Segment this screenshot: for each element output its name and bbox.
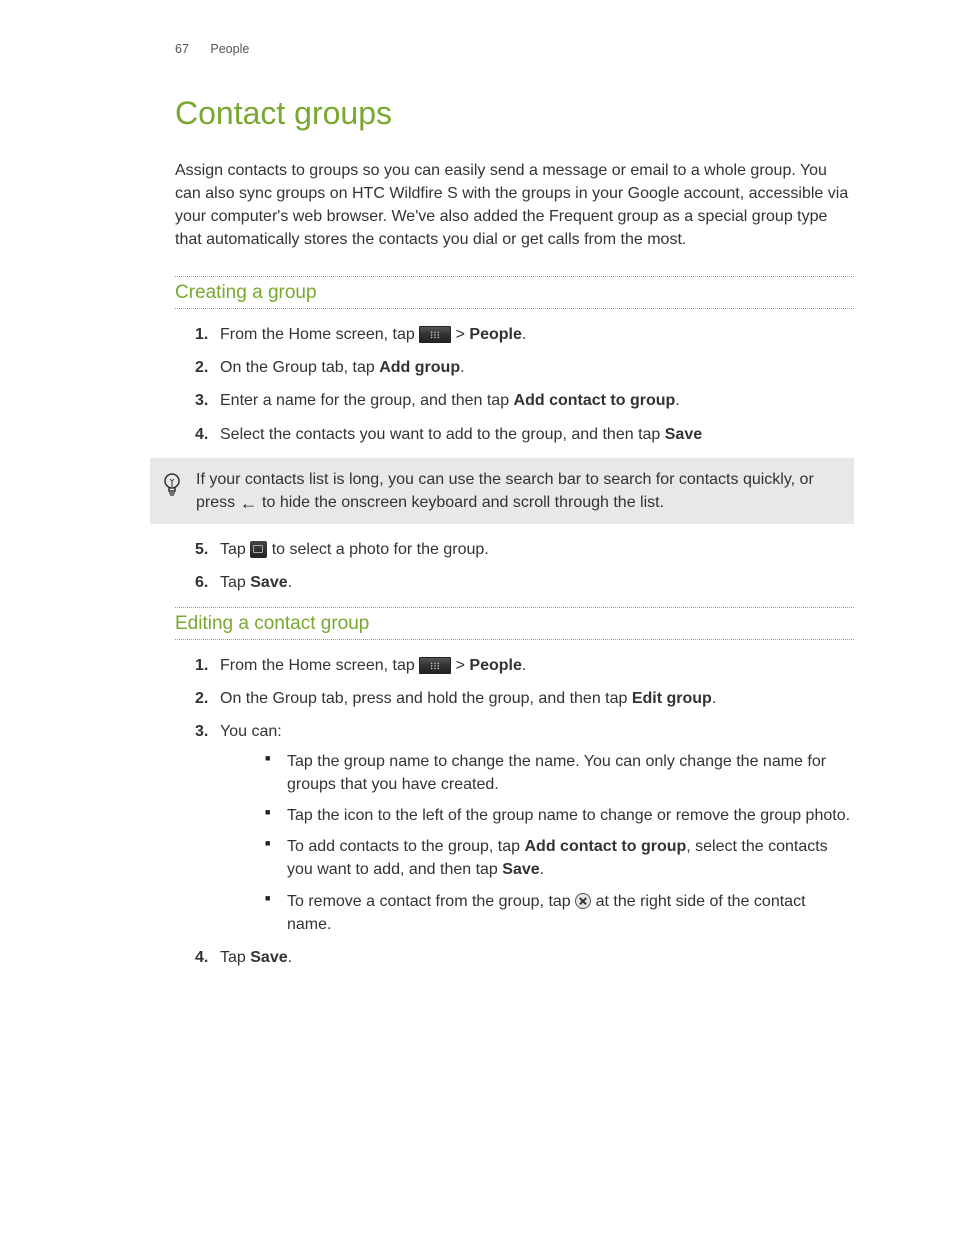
step-text: On the Group tab, press and hold the gro… xyxy=(220,690,632,707)
apps-grid-icon xyxy=(419,326,451,343)
step-bold: Add contact to group xyxy=(514,392,676,409)
section-creating-group-title: Creating a group xyxy=(175,276,854,310)
apps-grid-icon xyxy=(419,657,451,674)
step-text: . xyxy=(288,949,292,966)
step-bold: Save xyxy=(250,949,287,966)
step-text: . xyxy=(675,392,679,409)
page-number: 67 xyxy=(175,42,189,56)
step-item: 1. From the Home screen, tap > People. xyxy=(195,654,854,677)
step-text: . xyxy=(288,574,292,591)
step-bold: Add group xyxy=(379,359,460,376)
step-item: 1. From the Home screen, tap > People. xyxy=(195,323,854,346)
bullet-item: Tap the icon to the left of the group na… xyxy=(265,804,854,827)
step-text: > xyxy=(451,326,469,343)
page-title: Contact groups xyxy=(175,89,854,137)
back-arrow-icon: ← xyxy=(240,494,258,512)
step-bold: Save xyxy=(250,574,287,591)
step-item: 4. Tap Save. xyxy=(195,946,854,969)
step-text: . xyxy=(712,690,716,707)
step-text: Enter a name for the group, and then tap xyxy=(220,392,514,409)
step-text: You can: xyxy=(220,723,282,740)
step-text: to select a photo for the group. xyxy=(267,541,488,558)
creating-group-steps: 1. From the Home screen, tap > People. 2… xyxy=(195,323,854,446)
intro-paragraph: Assign contacts to groups so you can eas… xyxy=(175,159,854,252)
step-text: Tap xyxy=(220,541,250,558)
creating-group-steps-cont: 5. Tap to select a photo for the group. … xyxy=(195,538,854,594)
step-item: 3. You can: Tap the group name to change… xyxy=(195,720,854,936)
step-text: Select the contacts you want to add to t… xyxy=(220,426,665,443)
section-name: People xyxy=(210,42,249,56)
step-text: Tap xyxy=(220,574,250,591)
tip-text: If your contacts list is long, you can u… xyxy=(196,468,842,514)
step-text: From the Home screen, tap xyxy=(220,657,419,674)
step-text: > xyxy=(451,657,469,674)
step-text: . xyxy=(460,359,464,376)
step-text: . xyxy=(522,657,526,674)
close-x-icon xyxy=(575,893,591,909)
step-item: 4. Select the contacts you want to add t… xyxy=(195,423,854,446)
bullet-item: To remove a contact from the group, tap … xyxy=(265,890,854,936)
step-bold: People xyxy=(469,326,521,343)
lightbulb-icon xyxy=(162,472,182,506)
step-text: From the Home screen, tap xyxy=(220,326,419,343)
bullet-item: Tap the group name to change the name. Y… xyxy=(265,750,854,796)
step-item: 2. On the Group tab, press and hold the … xyxy=(195,687,854,710)
step-text: Tap xyxy=(220,949,250,966)
step-item: 5. Tap to select a photo for the group. xyxy=(195,538,854,561)
step-item: 2. On the Group tab, tap Add group. xyxy=(195,356,854,379)
step-bold: People xyxy=(469,657,521,674)
step-bold: Edit group xyxy=(632,690,712,707)
sub-bullets: Tap the group name to change the name. Y… xyxy=(265,750,854,936)
step-text: . xyxy=(522,326,526,343)
bullet-item: To add contacts to the group, tap Add co… xyxy=(265,835,854,881)
section-editing-group-title: Editing a contact group xyxy=(175,607,854,641)
editing-group-steps: 1. From the Home screen, tap > People. 2… xyxy=(195,654,854,969)
tip-box: If your contacts list is long, you can u… xyxy=(150,458,854,524)
photo-frame-icon xyxy=(250,541,267,558)
step-text: On the Group tab, tap xyxy=(220,359,379,376)
step-item: 3. Enter a name for the group, and then … xyxy=(195,389,854,412)
step-item: 6. Tap Save. xyxy=(195,571,854,594)
step-bold: Save xyxy=(665,426,702,443)
page-header: 67 People xyxy=(175,40,854,59)
